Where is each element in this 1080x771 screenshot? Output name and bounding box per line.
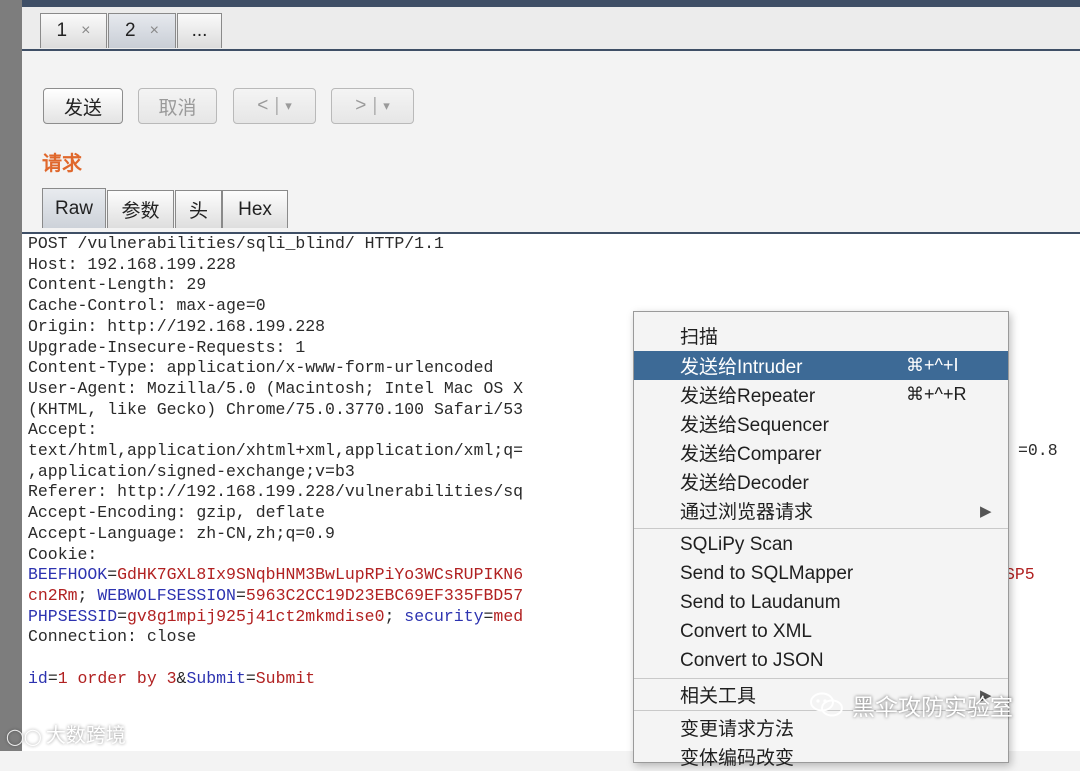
chevron-down-icon[interactable]: ▾ — [383, 98, 390, 114]
cookie-name: PHPSESSID — [28, 606, 118, 626]
param-value: Submit — [255, 668, 316, 688]
submenu-arrow-icon: ▶ — [980, 502, 992, 520]
cookie-name: WEBWOLFSESSION — [97, 585, 236, 605]
cookie-value: 5963C2CC19D23EBC69EF335FBD57 — [245, 585, 524, 605]
request-line: text/html,application/xhtml+xml,applicat… — [28, 441, 524, 460]
request-line: Accept-Language: zh-CN,zh;q=0.9 — [28, 523, 335, 543]
request-line: Cache-Control: max-age=0 — [28, 296, 266, 316]
watermark-left: ◯◯ 大数跨境 — [6, 725, 126, 747]
tab-params[interactable]: 参数 — [107, 190, 174, 228]
param-name: id — [28, 668, 48, 688]
cookie-line: cn2Rm; WEBWOLFSESSION=5963C2CC19D23EBC69… — [28, 585, 524, 605]
close-icon[interactable]: × — [81, 22, 90, 40]
forward-arrow-icon: > — [355, 95, 367, 116]
request-line: Accept-Encoding: gzip, deflate — [28, 503, 326, 523]
request-line: Upgrade-Insecure-Requests: 1 — [28, 337, 306, 357]
request-line: Referer: http://192.168.199.228/vulnerab… — [28, 482, 524, 502]
cookie-name: BEEFHOOK — [28, 565, 108, 585]
cookie-line: BEEFHOOK=GdHK7GXL8Ix9SNqbHNM3BwLupRPiYo3… — [28, 565, 524, 585]
request-line: Accept: — [28, 420, 98, 440]
divider: | — [274, 95, 280, 116]
cookie-line: PHPSESSID=gv8g1mpij925j41ct2mkmdise0; se… — [28, 606, 524, 626]
tab-raw[interactable]: Raw — [42, 188, 106, 228]
forward-button[interactable]: > | ▾ — [331, 88, 414, 124]
menu-item-sqlipy-scan[interactable]: SQLiPy Scan — [634, 530, 1008, 559]
tab-2[interactable]: 2 × — [108, 13, 176, 48]
window-edge — [0, 0, 22, 751]
request-line: Connection: close — [28, 627, 197, 647]
request-line: Host: 192.168.199.228 — [28, 254, 236, 274]
chevron-down-icon[interactable]: ▾ — [285, 98, 292, 114]
request-line: Origin: http://192.168.199.228 — [28, 316, 326, 336]
wechat-icon — [810, 692, 844, 718]
request-body-line: id=1 order by 3&Submit=Submit — [28, 668, 316, 688]
top-bar — [22, 0, 1080, 7]
menu-divider — [634, 678, 1008, 679]
watermark-right: 黑伞攻防实验室 — [810, 688, 1013, 722]
menu-item-convert-to-xml[interactable]: Convert to XML — [634, 617, 1008, 646]
request-line: User-Agent: Mozilla/5.0 (Macintosh; Inte… — [28, 378, 524, 398]
tab-hex[interactable]: Hex — [222, 190, 288, 228]
menu-item-convert-to-json[interactable]: Convert to JSON — [634, 646, 1008, 675]
request-line: POST /vulnerabilities/sqli_blind/ HTTP/1… — [28, 234, 444, 253]
tab-headers[interactable]: 头 — [175, 190, 222, 228]
request-line: Content-Type: application/x-www-form-url… — [28, 358, 494, 378]
request-line: Content-Length: 29 — [28, 275, 207, 295]
menu-item-send-to-sqlmapper[interactable]: Send to SQLMapper — [634, 559, 1008, 588]
cookie-value: cn2Rm — [28, 585, 78, 605]
tab-more[interactable]: ... — [177, 13, 222, 48]
cookie-value-overflow: SP5 — [1005, 565, 1035, 585]
cookie-value: GdHK7GXL8Ix9SNqbHNM3BwLupRPiYo3WCsRUPIKN… — [117, 565, 524, 585]
request-title: 请求 — [42, 153, 82, 175]
request-line: (KHTML, like Gecko) Chrome/75.0.3770.100… — [28, 399, 524, 419]
menu-item-send-to-laudanum[interactable]: Send to Laudanum — [634, 588, 1008, 617]
cookie-value: gv8g1mpij925j41ct2mkmdise0 — [127, 606, 385, 626]
watermark-logo-icon: ◯◯ — [6, 729, 42, 746]
menu-divider — [634, 528, 1008, 529]
menu-item-send-to-repeater[interactable]: 发送给Repeater ⌘+^+R — [634, 380, 1008, 409]
request-view-tabs: Raw 参数 头 Hex — [22, 188, 1080, 234]
divider: | — [372, 95, 378, 116]
menu-item-send-to-decoder[interactable]: 发送给Decoder — [634, 467, 1008, 496]
menu-item-send-to-intruder[interactable]: 发送给Intruder ⌘+^+I — [634, 351, 1008, 380]
cookie-name: security — [404, 606, 484, 626]
repeater-tab-bar: 1 × 2 × ... — [22, 7, 1080, 51]
shortcut-label: ⌘+^+R — [906, 384, 967, 404]
close-icon[interactable]: × — [150, 22, 159, 40]
menu-item-request-in-browser[interactable]: 通过浏览器请求 ▶ — [634, 496, 1008, 525]
param-name: Submit — [186, 668, 246, 688]
back-button[interactable]: < | ▾ — [233, 88, 316, 124]
menu-item-scan[interactable]: 扫描 — [634, 321, 1008, 350]
request-line: ,application/signed-exchange;v=b3 — [28, 461, 355, 481]
param-value: 1 order by 3 — [57, 668, 177, 688]
tab-1[interactable]: 1 × — [40, 13, 107, 48]
back-arrow-icon: < — [257, 95, 269, 116]
menu-item-change-body-encoding[interactable]: 变体编码改变 — [634, 742, 1008, 771]
cancel-button[interactable]: 取消 — [138, 88, 217, 124]
menu-item-send-to-comparer[interactable]: 发送给Comparer — [634, 438, 1008, 467]
menu-item-send-to-sequencer[interactable]: 发送给Sequencer — [634, 409, 1008, 438]
send-button[interactable]: 发送 — [43, 88, 123, 124]
shortcut-label: ⌘+^+I — [906, 355, 959, 375]
request-line-overflow: =0.8 — [1018, 441, 1058, 460]
tab-label: 2 — [125, 20, 136, 41]
request-line: Cookie: — [28, 544, 98, 564]
tab-label: 1 — [56, 20, 68, 41]
cookie-value: med — [493, 606, 524, 626]
tab-label: ... — [191, 20, 208, 41]
